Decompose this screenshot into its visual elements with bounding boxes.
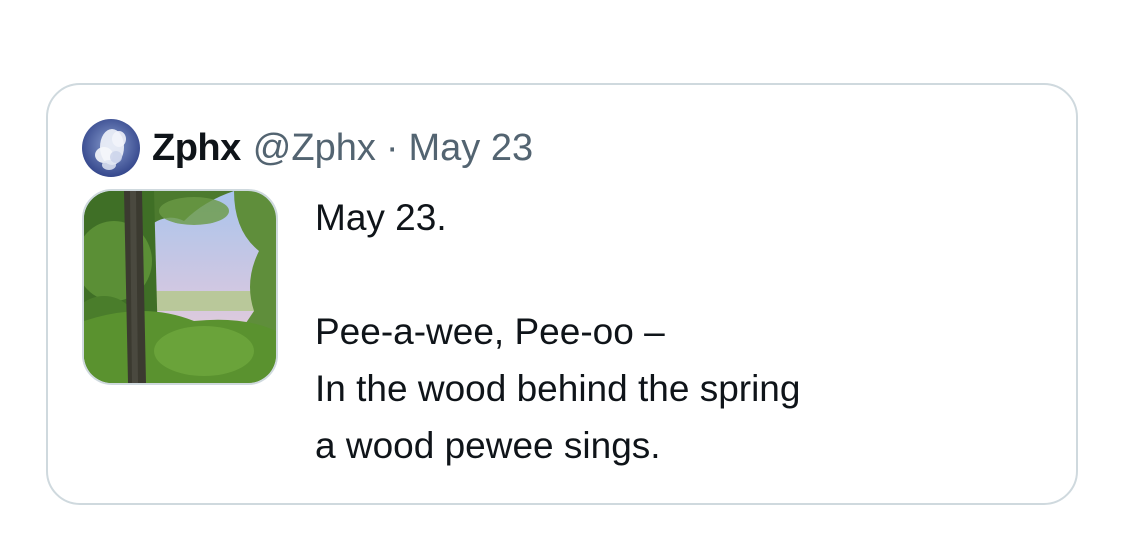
separator-dot: · (385, 126, 399, 169)
media-thumbnail[interactable] (82, 189, 278, 385)
tweet-text-blank-line (315, 246, 1015, 303)
avatar[interactable] (82, 119, 140, 177)
user-handle[interactable]: @Zphx (253, 127, 376, 170)
tweet-date[interactable]: May 23 (409, 127, 534, 170)
quoted-tweet-card[interactable]: Zphx @Zphx · May 23 May 23. Pee-a-wee, P… (46, 83, 1078, 505)
tweet-text-line: In the wood behind the spring (315, 368, 801, 409)
display-name[interactable]: Zphx (152, 127, 241, 170)
tweet-header: Zphx @Zphx · May 23 (82, 119, 533, 177)
tweet-text-line: May 23. (315, 197, 447, 238)
tweet-text: May 23. Pee-a-wee, Pee-oo – In the wood … (315, 189, 1015, 474)
forest-view-image (84, 191, 276, 383)
tweet-text-line: a wood pewee sings. (315, 425, 661, 466)
cloud-sky-avatar-icon (82, 119, 140, 177)
tweet-text-line: Pee-a-wee, Pee-oo – (315, 311, 665, 352)
